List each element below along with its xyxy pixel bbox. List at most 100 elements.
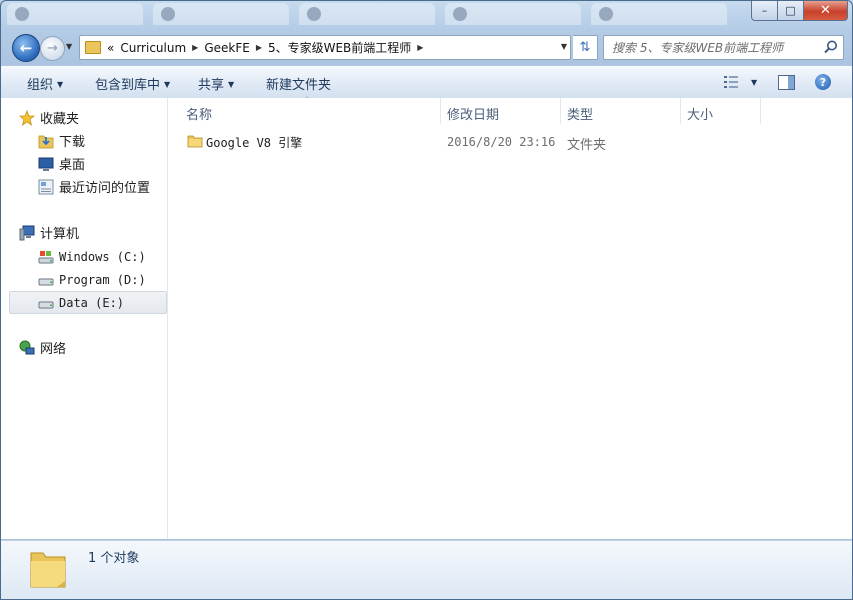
address-bar[interactable]: « Curriculum ▶ GeekFE ▶ 5、专家级WEB前端工程师 ▶ … [79, 35, 571, 60]
sidebar-item-label: 桌面 [59, 158, 86, 173]
file-modified-date: 2016/8/20 23:16 [447, 135, 556, 149]
file-name[interactable]: Google V8 引擎 [206, 134, 302, 151]
explorer-window: – □ ✕ ← → ▼ « Curriculum ▶ GeekFE ▶ 5、专家… [0, 0, 853, 600]
breadcrumb-item-geekfe[interactable]: GeekFE [204, 41, 250, 55]
network-icon [19, 340, 35, 354]
breadcrumb-item-current[interactable]: 5、专家级WEB前端工程师 [268, 39, 411, 56]
chevron-down-icon: ▼ [66, 42, 73, 51]
chevron-right-icon[interactable]: ▶ [256, 43, 262, 52]
forward-button[interactable]: → [40, 36, 65, 61]
organize-button[interactable]: 组织 ▼ [27, 74, 63, 93]
search-icon[interactable] [823, 39, 839, 55]
chevron-right-icon[interactable]: ▶ [417, 43, 423, 52]
refresh-button[interactable]: ⇅ [573, 35, 598, 60]
background-tab [591, 3, 727, 25]
column-header-label: 大小 [687, 108, 714, 123]
column-header-label: 类型 [567, 108, 594, 123]
window-controls: – □ ✕ [751, 1, 848, 21]
star-icon [19, 109, 35, 126]
close-button[interactable]: ✕ [804, 1, 848, 21]
sidebar-item-drive-e[interactable]: Data (E:) [9, 291, 167, 314]
minimize-button[interactable]: – [751, 1, 778, 21]
navigation-pane: 收藏夹 下载 桌面 最近访问的位置 计算机 Windows (C:) Progr… [1, 98, 168, 539]
table-row[interactable]: Google V8 引擎 2016/8/20 23:16 文件夹 [178, 131, 838, 153]
change-view-button[interactable]: ▼ [723, 72, 757, 92]
column-header-modified[interactable]: 修改日期 [441, 98, 560, 124]
background-tab [445, 3, 581, 25]
chevron-down-icon: ▼ [57, 80, 64, 89]
view-list-icon [724, 76, 738, 88]
background-tabs [1, 1, 741, 29]
recent-places-icon [38, 179, 54, 194]
preview-pane-button[interactable] [778, 72, 795, 92]
downloads-icon [38, 135, 54, 148]
tab-icon [161, 7, 175, 21]
background-tab [153, 3, 289, 25]
include-in-library-button[interactable]: 包含到库中 ▼ [95, 74, 170, 93]
sidebar-item-label: Program (D:) [59, 272, 146, 287]
sidebar-item-computer[interactable]: 计算机 [19, 222, 175, 243]
organize-label: 组织 [27, 78, 54, 93]
column-header-label: 名称 [186, 108, 213, 123]
sidebar-item-label: 下载 [59, 135, 86, 150]
sidebar-item-label: 收藏夹 [40, 112, 80, 127]
sidebar-item-label: 计算机 [40, 227, 80, 242]
drive-icon [38, 301, 54, 308]
sidebar-item-label: 最近访问的位置 [59, 181, 151, 196]
file-list: ˆ 名称 修改日期 类型 大小 Google V8 引擎 2016/8/20 2… [168, 96, 852, 539]
tab-icon [453, 7, 467, 21]
breadcrumb-item-curriculum[interactable]: Curriculum [120, 41, 186, 55]
sidebar-item-label: Windows (C:) [59, 249, 146, 264]
column-divider[interactable] [760, 98, 761, 124]
new-folder-button[interactable]: 新建文件夹 [266, 74, 331, 93]
tab-icon [15, 7, 29, 21]
chevron-right-icon[interactable]: ▶ [192, 43, 198, 52]
address-dropdown-icon[interactable]: ▼ [561, 42, 567, 51]
tab-icon [307, 7, 321, 21]
recent-pages-button[interactable]: ▼ [66, 42, 76, 52]
new-folder-label: 新建文件夹 [266, 78, 332, 93]
share-button[interactable]: 共享 ▼ [198, 74, 234, 93]
chevron-down-icon: ▼ [751, 77, 758, 87]
desktop-icon [38, 157, 54, 171]
search-input[interactable] [610, 38, 819, 57]
column-header-type[interactable]: 类型 [561, 98, 680, 124]
share-label: 共享 [198, 78, 225, 93]
system-drive-icon [38, 250, 54, 263]
tab-icon [599, 7, 613, 21]
background-tab [7, 3, 143, 25]
forward-arrow-icon: → [47, 41, 58, 56]
sidebar-item-network[interactable]: 网络 [19, 337, 175, 358]
minimize-icon: – [761, 4, 768, 17]
sort-ascending-icon: ˆ [305, 96, 309, 105]
chevron-down-icon: ▼ [164, 80, 171, 89]
preview-pane-icon [778, 74, 795, 90]
help-button[interactable]: ? [815, 72, 831, 92]
folder-icon [187, 135, 203, 148]
column-header-size[interactable]: 大小 [681, 98, 760, 124]
sidebar-item-label: Data (E:) [59, 295, 125, 310]
background-tab [299, 3, 435, 25]
back-button[interactable]: ← [12, 34, 40, 62]
computer-icon [19, 225, 35, 240]
back-arrow-icon: ← [19, 39, 33, 57]
drive-icon [38, 278, 54, 285]
item-count: 1 个对象 [88, 551, 140, 566]
include-in-library-label: 包含到库中 [95, 78, 161, 93]
details-pane: 1 个对象 [1, 540, 852, 599]
breadcrumb-overflow[interactable]: « [107, 41, 114, 55]
search-box [603, 35, 844, 60]
file-type: 文件夹 [567, 138, 607, 153]
column-header-label: 修改日期 [447, 108, 500, 123]
column-header-name[interactable]: ˆ 名称 [168, 96, 440, 124]
command-bar: 组织 ▼ 包含到库中 ▼ 共享 ▼ 新建文件夹 ▼ ? [1, 65, 852, 99]
maximize-button[interactable]: □ [778, 1, 804, 21]
close-icon: ✕ [820, 3, 831, 18]
maximize-icon: □ [785, 4, 796, 17]
folder-icon [30, 552, 66, 588]
folder-icon [85, 41, 101, 54]
sidebar-item-label: 网络 [40, 342, 67, 357]
chevron-down-icon: ▼ [228, 80, 235, 89]
sidebar-item-favorites[interactable]: 收藏夹 [19, 107, 175, 128]
refresh-icon: ⇅ [579, 40, 591, 55]
